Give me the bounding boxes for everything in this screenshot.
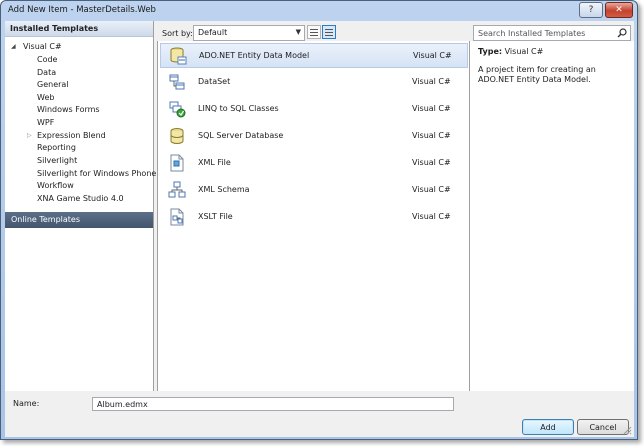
template-description: A project item for creating an ADO.NET E… (478, 65, 596, 84)
xml-schema-icon (168, 181, 186, 198)
type-value: Visual C# (504, 47, 544, 56)
template-language: Visual C# (413, 51, 452, 60)
linq-to-sql-icon (169, 101, 186, 118)
search-icon[interactable] (617, 28, 627, 38)
sort-by-label: Sort by: (162, 29, 193, 38)
small-icons-view-button[interactable] (307, 25, 321, 39)
tree-item-code[interactable]: Code (37, 54, 57, 66)
tree-item-silverlight[interactable]: Silverlight (37, 155, 77, 167)
sort-by-dropdown[interactable]: Default ▼ (193, 25, 305, 41)
template-name: LINQ to SQL Classes (198, 104, 279, 113)
xml-file-icon (170, 154, 184, 172)
template-name: DataSet (198, 77, 231, 86)
template-item-sql-server-database[interactable]: SQL Server Database Visual C# (160, 124, 468, 149)
tree-item-reporting[interactable]: Reporting (37, 142, 76, 154)
dataset-icon (169, 74, 185, 90)
tree-item-web[interactable]: Web (37, 92, 54, 104)
tree-item-general[interactable]: General (37, 79, 69, 91)
resize-grip-icon[interactable] (622, 425, 632, 435)
sort-by-value: Default (198, 28, 228, 37)
template-language: Visual C# (412, 131, 451, 140)
template-item-xml-file[interactable]: XML File Visual C# (160, 151, 468, 176)
template-list: ADO.NET Entity Data Model Visual C# Data… (157, 41, 469, 391)
medium-icons-view-button[interactable] (322, 25, 336, 39)
add-button[interactable]: Add (522, 419, 574, 435)
template-name: ADO.NET Entity Data Model (199, 51, 310, 60)
search-input[interactable] (474, 26, 612, 40)
template-item-dataset[interactable]: DataSet Visual C# (160, 70, 468, 95)
template-name: XSLT File (198, 212, 233, 221)
close-button[interactable]: ✕ (605, 2, 633, 18)
template-language: Visual C# (412, 104, 451, 113)
template-categories-panel: Installed Templates ◢ Visual C# Code Dat… (5, 21, 156, 391)
template-item-xslt-file[interactable]: XSLT File Visual C# (160, 205, 468, 230)
tree-item-data[interactable]: Data (37, 67, 56, 79)
add-new-item-dialog: Add New Item - MasterDetails.Web ? ✕ Ins… (0, 0, 638, 440)
xslt-file-icon (170, 208, 184, 226)
template-language: Visual C# (412, 77, 451, 86)
tree-item-windows-forms[interactable]: Windows Forms (37, 104, 100, 116)
template-name: XML File (198, 158, 231, 167)
template-item-linq-to-sql-classes[interactable]: LINQ to SQL Classes Visual C# (160, 97, 468, 122)
title-bar[interactable]: Add New Item - MasterDetails.Web ? ✕ (1, 1, 637, 21)
type-row: Type: Visual C# (478, 47, 543, 56)
expanded-arrow-icon[interactable]: ◢ (11, 41, 19, 53)
template-name: SQL Server Database (198, 131, 284, 140)
template-item-xml-schema[interactable]: XML Schema Visual C# (160, 178, 468, 203)
template-language: Visual C# (412, 158, 451, 167)
dialog-body: Installed Templates ◢ Visual C# Code Dat… (5, 21, 634, 437)
tree-item-wpf[interactable]: WPF (37, 117, 54, 129)
tree-item-visual-csharp[interactable]: Visual C# (23, 41, 62, 53)
name-field[interactable] (92, 397, 454, 411)
tree-item-silverlight-for-windows-phone[interactable]: Silverlight for Windows Phone (37, 168, 156, 180)
name-label: Name: (13, 399, 40, 408)
chevron-down-icon: ▼ (295, 28, 301, 36)
template-language: Visual C# (412, 212, 451, 221)
type-label: Type: (478, 47, 503, 56)
tree-item-xna-game-studio[interactable]: XNA Game Studio 4.0 (37, 193, 124, 205)
help-button[interactable]: ? (579, 2, 603, 18)
collapsed-arrow-icon[interactable]: ▷ (27, 130, 35, 142)
online-templates-header[interactable]: Online Templates (5, 212, 153, 228)
entity-model-icon (170, 47, 187, 65)
template-name: XML Schema (198, 185, 250, 194)
template-item-ado-net-entity-data-model[interactable]: ADO.NET Entity Data Model Visual C# (160, 43, 468, 68)
sql-database-icon (170, 128, 184, 144)
tree-item-expression-blend[interactable]: Expression Blend (37, 130, 106, 142)
template-language: Visual C# (412, 185, 451, 194)
window-title: Add New Item - MasterDetails.Web (8, 5, 156, 15)
tree-item-workflow[interactable]: Workflow (37, 180, 74, 192)
installed-templates-header[interactable]: Installed Templates (5, 21, 153, 37)
template-details-panel: Type: Visual C# A project item for creat… (469, 41, 634, 391)
search-templates-box[interactable] (473, 25, 631, 41)
template-tree: ◢ Visual C# Code Data General Web Window… (5, 37, 156, 212)
